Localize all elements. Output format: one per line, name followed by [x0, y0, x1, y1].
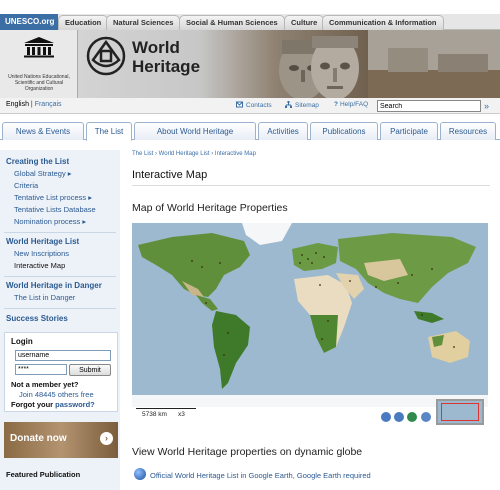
world-heritage-emblem-icon[interactable]	[86, 36, 126, 76]
title-divider	[132, 185, 490, 186]
overview-viewport-frame[interactable]	[441, 403, 479, 421]
google-earth-separator: ,	[292, 471, 295, 480]
top-tab-culture[interactable]: Culture	[284, 15, 325, 30]
tab-participate[interactable]: Participate	[380, 122, 438, 140]
map-zoom-level: x3	[178, 411, 185, 418]
map-scale-text: 5738 km	[142, 411, 167, 418]
left-sidebar: Creating the List Global Strategy ▸ Crit…	[0, 150, 120, 490]
dynamic-globe-title: View World Heritage properties on dynami…	[132, 446, 363, 458]
help-faq-link[interactable]: ? Help/FAQ	[334, 101, 368, 108]
password-field[interactable]	[15, 364, 67, 375]
search-go-icon[interactable]: »	[484, 101, 494, 111]
map-toolbar: 5738 km x3	[132, 399, 488, 429]
top-tab-education[interactable]: Education	[58, 15, 109, 30]
sitemap-link[interactable]: Sitemap	[285, 101, 319, 109]
featured-publication-heading: Featured Publication	[6, 470, 81, 479]
tab-news-events[interactable]: News & Events	[2, 122, 84, 140]
google-earth-list-link[interactable]: Official World Heritage List in Google E…	[150, 471, 293, 480]
sidebar-item-tentative-lists-database[interactable]: Tentative Lists Database	[14, 205, 96, 214]
breadcrumb[interactable]: The List › World Heritage List › Interac…	[132, 151, 256, 157]
sidebar-item-interactive-map[interactable]: Interactive Map	[14, 261, 65, 270]
map-overview-minimap[interactable]	[436, 399, 484, 425]
forgot-password-text: Forgot your password?	[11, 400, 95, 409]
statue-head-right-image	[311, 36, 359, 98]
top-tab-social-human-sciences[interactable]: Social & Human Sciences	[179, 15, 285, 30]
world-heritage-title: World Heritage	[132, 38, 200, 76]
login-box: Login Submit Not a member yet? Join 4844…	[4, 332, 118, 412]
header-banner: United Nations Educational, Scientific a…	[0, 30, 500, 98]
sidebar-heading-creating-the-list[interactable]: Creating the List	[6, 157, 69, 166]
title-line-1: World	[132, 38, 180, 57]
sidebar-heading-world-heritage-in-danger[interactable]: World Heritage in Danger	[6, 281, 102, 290]
utility-bar: English | Français Contacts Sitemap ? Hel…	[0, 98, 500, 114]
interactive-world-map[interactable]	[132, 223, 488, 407]
lang-english[interactable]: English	[6, 101, 29, 108]
forgot-password-link[interactable]: password?	[55, 400, 95, 409]
donate-label: Donate now	[10, 433, 67, 444]
sidebar-item-tentative-list-process[interactable]: Tentative List process ▸	[14, 193, 92, 202]
zoom-in-icon[interactable]	[394, 412, 404, 422]
unesco-logo-block[interactable]: United Nations Educational, Scientific a…	[0, 30, 78, 98]
login-submit-button[interactable]: Submit	[69, 364, 111, 376]
top-bar: UNESCO.org Education Natural Sciences So…	[0, 14, 500, 30]
google-earth-required-link[interactable]: Google Earth required	[297, 471, 371, 480]
join-link[interactable]: Join 48445 others free	[19, 390, 94, 399]
ruins-landscape-image	[368, 30, 500, 98]
google-earth-line: Official World Heritage List in Google E…	[150, 471, 371, 480]
sidebar-heading-success-stories[interactable]: Success Stories	[6, 314, 68, 323]
help-label: Help/FAQ	[339, 101, 369, 108]
world-map-image	[132, 223, 488, 407]
map-help-icon[interactable]	[421, 412, 431, 422]
globe-view-icon[interactable]	[407, 412, 417, 422]
contacts-label: Contacts	[246, 102, 272, 109]
top-tab-natural-sciences[interactable]: Natural Sciences	[106, 15, 181, 30]
tab-resources[interactable]: Resources	[440, 122, 496, 140]
sidebar-item-new-inscriptions[interactable]: New Inscriptions	[14, 249, 69, 258]
map-section-title: Map of World Heritage Properties	[132, 202, 288, 214]
donate-arrow-icon: ›	[100, 432, 113, 445]
sidebar-item-nomination-process[interactable]: Nomination process ▸	[14, 217, 86, 226]
envelope-icon	[236, 101, 243, 108]
main-nav: News & Events The List About World Herit…	[0, 120, 500, 141]
tab-the-list[interactable]: The List	[86, 122, 132, 141]
unesco-link[interactable]: UNESCO.org	[0, 14, 58, 30]
sitemap-label: Sitemap	[295, 102, 319, 109]
unesco-temple-icon	[24, 37, 54, 58]
donate-banner[interactable]: Donate now ›	[4, 422, 118, 458]
top-tab-communication-information[interactable]: Communication & Information	[322, 15, 444, 30]
page-title: Interactive Map	[132, 169, 208, 181]
sidebar-divider	[4, 276, 116, 277]
sidebar-divider	[4, 232, 116, 233]
login-title: Login	[11, 337, 33, 346]
google-earth-icon	[134, 468, 146, 480]
sidebar-divider	[4, 308, 116, 309]
sidebar-item-global-strategy[interactable]: Global Strategy ▸	[14, 169, 72, 178]
unesco-org-text: United Nations Educational, Scientific a…	[8, 74, 70, 92]
sitemap-icon	[285, 101, 292, 108]
username-field[interactable]	[15, 350, 111, 361]
language-switcher: English | Français	[6, 101, 62, 108]
tab-about-world-heritage[interactable]: About World Heritage	[134, 122, 256, 140]
contacts-link[interactable]: Contacts	[236, 101, 272, 109]
help-icon: ?	[334, 101, 338, 108]
lang-separator: |	[30, 101, 33, 108]
sidebar-item-the-list-in-danger[interactable]: The List in Danger	[14, 293, 75, 302]
search-input[interactable]	[377, 100, 481, 112]
title-line-2: Heritage	[132, 57, 201, 76]
tab-publications[interactable]: Publications	[310, 122, 378, 140]
lang-french[interactable]: Français	[35, 101, 62, 108]
tab-activities[interactable]: Activities	[258, 122, 308, 140]
zoom-out-icon[interactable]	[381, 412, 391, 422]
forgot-prefix: Forgot your	[11, 400, 54, 409]
sidebar-item-criteria[interactable]: Criteria	[14, 181, 38, 190]
sidebar-heading-world-heritage-list[interactable]: World Heritage List	[6, 237, 79, 246]
not-member-text: Not a member yet?	[11, 380, 79, 389]
map-scale-bar	[136, 408, 196, 409]
